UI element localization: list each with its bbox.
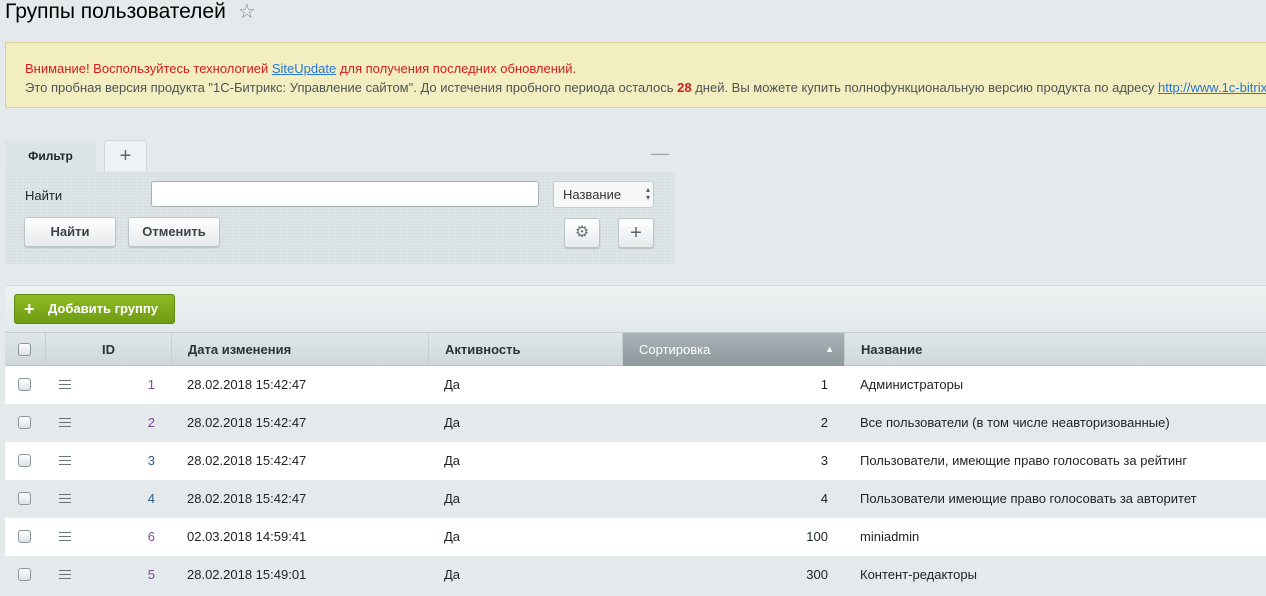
table-row[interactable]: 5 28.02.2018 15:49:01 Да 300 Контент-редакто… (5, 556, 1266, 594)
trial-days-count: 28 (677, 80, 692, 95)
add-field-button[interactable]: + (618, 218, 654, 248)
row-active: Да (444, 415, 461, 430)
page-title-bar: Группы пользователей ☆ (5, 0, 256, 24)
table-row[interactable]: 4 28.02.2018 15:42:47 Да 4 Пользователи имею… (5, 480, 1266, 518)
siteupdate-link[interactable]: SiteUpdate (272, 61, 336, 76)
table-body: 1 28.02.2018 15:42:47 Да 1 Администраторы 2 28… (5, 366, 1266, 594)
field-select[interactable]: Название ▴ ▾ (553, 181, 654, 208)
table-row[interactable]: 1 28.02.2018 15:42:47 Да 1 Администраторы (5, 366, 1266, 404)
row-id[interactable]: 5 (85, 556, 155, 594)
update-notice: Внимание! Воспользуйтесь технологией Sit… (5, 42, 1266, 108)
row-id[interactable]: 2 (85, 404, 155, 442)
row-name: Контент-редакторы (860, 567, 977, 582)
add-filter-tab-button[interactable]: + (104, 140, 147, 171)
row-id[interactable]: 3 (85, 442, 155, 480)
row-menu-icon[interactable] (59, 456, 71, 465)
row-name: Пользователи имеющие право голосовать за… (860, 491, 1197, 506)
groups-table: ID Дата изменения Активность Сортировка … (5, 332, 1266, 594)
update-warning: Внимание! Воспользуйтесь технологией Sit… (25, 61, 577, 76)
row-menu-icon[interactable] (59, 380, 71, 389)
buy-link[interactable]: http://www.1c-bitrix.ru (1158, 80, 1266, 95)
row-checkbox[interactable] (18, 378, 31, 391)
select-all-checkbox[interactable] (18, 343, 31, 356)
table-row[interactable]: 6 02.03.2018 14:59:41 Да 100 miniadmin (5, 518, 1266, 556)
row-name: Все пользователи (в том числе неавторизо… (860, 415, 1170, 430)
row-id[interactable]: 1 (85, 366, 155, 404)
trial-notice: Это пробная версия продукта "1С-Битрикс:… (25, 78, 1266, 97)
row-active: Да (444, 377, 461, 392)
row-name: Пользователи, имеющие право голосовать з… (860, 453, 1188, 468)
column-id[interactable]: ID (85, 333, 171, 366)
row-sort: 1 (820, 377, 828, 392)
find-input[interactable] (151, 181, 539, 207)
add-group-label: Добавить группу (48, 301, 158, 316)
list-toolbar: + Добавить группу (5, 285, 1266, 333)
gear-icon[interactable]: ⚙ (564, 218, 600, 248)
collapse-filter-icon[interactable]: — (651, 144, 669, 162)
row-checkbox[interactable] (18, 530, 31, 543)
row-date: 28.02.2018 15:42:47 (187, 377, 307, 392)
table-header: ID Дата изменения Активность Сортировка … (5, 332, 1266, 366)
row-checkbox[interactable] (18, 416, 31, 429)
add-group-button[interactable]: + Добавить группу (14, 294, 175, 324)
row-menu-icon[interactable] (59, 418, 71, 427)
row-active: Да (444, 567, 461, 582)
column-name[interactable]: Название (844, 333, 1266, 366)
row-menu-icon[interactable] (59, 494, 71, 503)
row-sort: 2 (820, 415, 828, 430)
row-id[interactable]: 6 (85, 518, 155, 556)
column-sort[interactable]: Сортировка ▲ (622, 333, 844, 366)
find-label: Найти (25, 188, 63, 203)
row-menu-icon[interactable] (59, 570, 71, 579)
page-title: Группы пользователей (5, 0, 226, 23)
sort-asc-icon: ▲ (825, 344, 834, 354)
tab-filter[interactable]: Фильтр (5, 140, 96, 172)
row-date: 02.03.2018 14:59:41 (187, 529, 307, 544)
select-arrows-icon: ▴ ▾ (645, 185, 650, 202)
row-active: Да (444, 529, 461, 544)
row-sort: 4 (820, 491, 828, 506)
row-date: 28.02.2018 15:42:47 (187, 491, 307, 506)
column-sort-label: Сортировка (639, 342, 711, 357)
row-checkbox[interactable] (18, 454, 31, 467)
filter-tabs: Фильтр + — (5, 140, 675, 172)
row-checkbox[interactable] (18, 492, 31, 505)
favorite-star-icon[interactable]: ☆ (238, 2, 256, 22)
row-name: miniadmin (860, 529, 920, 544)
row-active: Да (444, 453, 461, 468)
row-sort: 3 (820, 453, 828, 468)
find-button[interactable]: Найти (24, 217, 116, 247)
filter-panel: Найти Название ▴ ▾ Найти Отменить ⚙ + (5, 172, 675, 265)
cancel-button[interactable]: Отменить (128, 217, 220, 247)
row-checkbox[interactable] (18, 568, 31, 581)
row-name: Администраторы (860, 377, 964, 392)
plus-icon: + (24, 299, 35, 319)
row-id[interactable]: 4 (85, 480, 155, 518)
row-active: Да (444, 491, 461, 506)
row-sort: 300 (806, 567, 828, 582)
column-active[interactable]: Активность (428, 333, 622, 366)
table-row[interactable]: 2 28.02.2018 15:42:47 Да 2 Все пользователи … (5, 404, 1266, 442)
column-date[interactable]: Дата изменения (171, 333, 428, 366)
row-date: 28.02.2018 15:42:47 (187, 453, 307, 468)
field-select-value: Название (563, 187, 622, 202)
row-menu-icon[interactable] (59, 532, 71, 541)
row-sort: 100 (806, 529, 828, 544)
row-date: 28.02.2018 15:42:47 (187, 415, 307, 430)
table-row[interactable]: 3 28.02.2018 15:42:47 Да 3 Пользователи, име… (5, 442, 1266, 480)
row-date: 28.02.2018 15:49:01 (187, 567, 307, 582)
